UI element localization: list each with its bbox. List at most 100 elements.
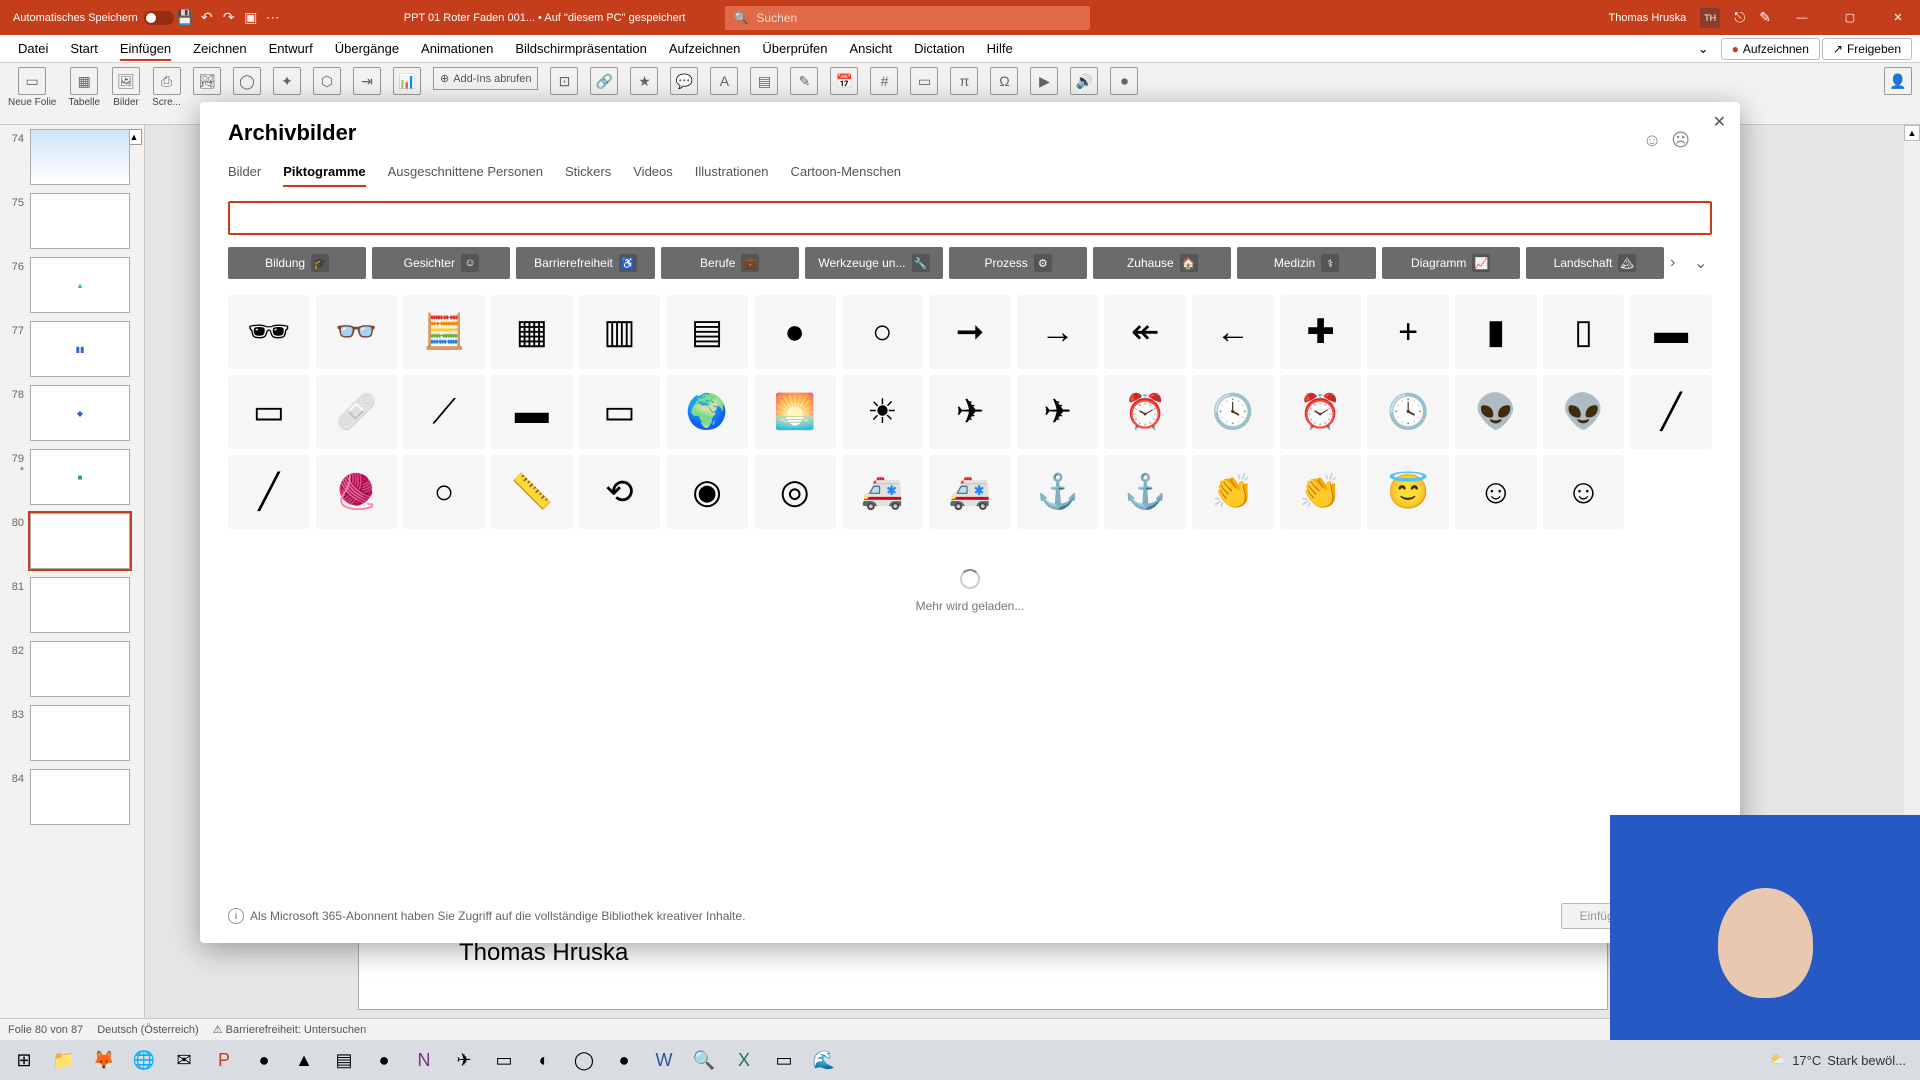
id-card-outline-icon[interactable]: ▭ [228,375,310,449]
tab-stickers[interactable]: Stickers [565,164,611,187]
chrome-icon[interactable]: 🌐 [124,1042,164,1078]
menu-zeichnen[interactable]: Zeichnen [183,37,256,60]
ribbon-cameo-icon[interactable]: 👤 [1884,67,1912,95]
abacus-wide-outline-icon[interactable]: ▤ [666,295,748,369]
app-icon-4[interactable]: ▭ [484,1042,524,1078]
tab-illustrationen[interactable]: Illustrationen [695,164,769,187]
telegram-icon[interactable]: ✈ [444,1042,484,1078]
needle-icon[interactable]: ╱ [1630,375,1712,449]
language-status[interactable]: Deutsch (Österreich) [97,1024,198,1036]
angel-face-solid-icon[interactable]: 😇 [1367,455,1449,529]
autosave-toggle[interactable] [144,11,174,25]
app-icon-9[interactable]: ▭ [764,1042,804,1078]
acorn-outline-icon[interactable]: ○ [842,295,924,369]
ribbon-audio-icon[interactable]: 🔊 [1070,67,1098,95]
angel-face-outline-icon[interactable]: ☺ [1455,455,1537,529]
ribbon-addins[interactable]: ⊕Add-Ins abrufen [433,67,539,90]
menu-bildschirm[interactable]: Bildschirmpräsentation [505,37,657,60]
alarm-clock-ringing-outline-icon[interactable]: 🕓 [1367,375,1449,449]
cat-landschaft[interactable]: Landschaft🏔 [1526,247,1664,279]
excel-icon[interactable]: X [724,1042,764,1078]
cat-bildung[interactable]: Bildung🎓 [228,247,366,279]
ribbon-screenrec-icon[interactable]: ⏺ [1110,67,1138,95]
outlook-icon[interactable]: ✉ [164,1042,204,1078]
user-avatar[interactable]: TH [1700,8,1720,28]
weather-widget[interactable]: ⛅ 17°C Stark bewöl... [1770,1052,1916,1068]
ribbon-images[interactable]: 🖼Bilder [112,67,140,108]
icon-search-input[interactable] [238,207,1702,223]
billboard-outline-icon[interactable]: ▭ [579,375,661,449]
app-icon-3[interactable]: ● [364,1042,404,1078]
explorer-icon[interactable]: 📁 [44,1042,84,1078]
anchor-outline-icon[interactable]: ⚓ [1104,455,1186,529]
ribbon-3d-icon[interactable]: ⬡ [313,67,341,95]
menu-ueberpruefen[interactable]: Überprüfen [752,37,837,60]
thumb-83[interactable] [30,705,130,761]
cat-next-icon[interactable]: › [1670,254,1688,272]
id-card-solid-icon[interactable]: ▬ [1630,295,1712,369]
edge-icon[interactable]: 🌊 [804,1042,844,1078]
applause-outline-icon[interactable]: 👏 [1280,455,1362,529]
app-icon-2[interactable]: ▤ [324,1042,364,1078]
menu-uebergaenge[interactable]: Übergänge [325,37,409,60]
ribbon-date-icon[interactable]: 📅 [830,67,858,95]
share-button[interactable]: ↗Freigeben [1822,38,1912,60]
menu-hilfe[interactable]: Hilfe [977,37,1023,60]
thumb-82[interactable] [30,641,130,697]
autosave[interactable]: Automatisches Speichern [13,11,174,25]
africa-solid-icon[interactable]: 🌍 [666,375,748,449]
present-icon[interactable]: ▣ [240,9,262,26]
alarm-clock-ringing-solid-icon[interactable]: ⏰ [1280,375,1362,449]
arrow-left-curved-outline-icon[interactable]: ← [1192,295,1274,369]
minimize-button[interactable]: — [1785,12,1819,24]
tab-bilder[interactable]: Bilder [228,164,261,187]
arrow-right-curved-outline-icon[interactable]: → [1017,295,1099,369]
menu-start[interactable]: Start [60,37,107,60]
menu-ansicht[interactable]: Ansicht [839,37,902,60]
tape-measure-outline-icon[interactable]: ⟲ [579,455,661,529]
billboard-solid-icon[interactable]: ▬ [491,375,573,449]
ribbon-screenshot[interactable]: ⎙Scre... [152,67,181,108]
menu-entwurf[interactable]: Entwurf [259,37,323,60]
menu-einfuegen[interactable]: Einfügen [110,37,181,60]
ribbon-smartart-icon[interactable]: ⇥ [353,67,381,95]
tab-piktogramme[interactable]: Piktogramme [283,164,365,187]
record-button[interactable]: ●Aufzeichnen [1721,38,1820,60]
ribbon-zoom-icon[interactable]: ⊡ [550,67,578,95]
alarm-clock-solid-icon[interactable]: ⏰ [1104,375,1186,449]
ribbon-symbol-icon[interactable]: Ω [990,67,1018,95]
onenote-icon[interactable]: N [404,1042,444,1078]
ribbon-header-icon[interactable]: ▤ [750,67,778,95]
abacus-small-icon[interactable]: 🧮 [403,295,485,369]
thumb-76[interactable]: ▲ [30,257,130,313]
save-icon[interactable]: 💾 [174,9,196,26]
angel-face-wide-icon[interactable]: ☺ [1543,455,1625,529]
icon-search-box[interactable] [228,201,1712,235]
thumb-77[interactable]: ▮▮ [30,321,130,377]
abacus-outline-icon[interactable]: ▦ [491,295,573,369]
cat-berufe[interactable]: Berufe💼 [661,247,799,279]
button-outline-icon[interactable]: ◎ [754,455,836,529]
thumb-78[interactable]: ◆ [30,385,130,441]
glasses-3d-solid-icon[interactable]: 🕶 [228,295,310,369]
landscape-outline-icon[interactable]: ☀ [842,375,924,449]
ribbon-photo-icon[interactable]: 🏞 [193,67,221,95]
thumb-80[interactable] [30,513,130,569]
ribbon-object-icon[interactable]: ▭ [910,67,938,95]
search-box[interactable]: 🔍 [725,6,1090,30]
thumb-84[interactable] [30,769,130,825]
firefox-icon[interactable]: 🦊 [84,1042,124,1078]
app-icon-6[interactable]: ◯ [564,1042,604,1078]
accessibility-status[interactable]: ⚠ Barrierefreiheit: Untersuchen [213,1023,367,1036]
tab-cartoon[interactable]: Cartoon-Menschen [790,164,901,187]
ribbon-table[interactable]: ▦Tabelle [68,67,100,108]
address-book-solid-icon[interactable]: ▮ [1455,295,1537,369]
cat-werkzeuge[interactable]: Werkzeuge un...🔧 [805,247,943,279]
start-button[interactable]: ⊞ [4,1042,44,1078]
landscape-solid-icon[interactable]: 🌅 [754,375,836,449]
thumb-81[interactable] [30,577,130,633]
tab-videos[interactable]: Videos [633,164,673,187]
word-icon[interactable]: W [644,1042,684,1078]
app-icon-8[interactable]: 🔍 [684,1042,724,1078]
ribbon-equation-icon[interactable]: π [950,67,978,95]
